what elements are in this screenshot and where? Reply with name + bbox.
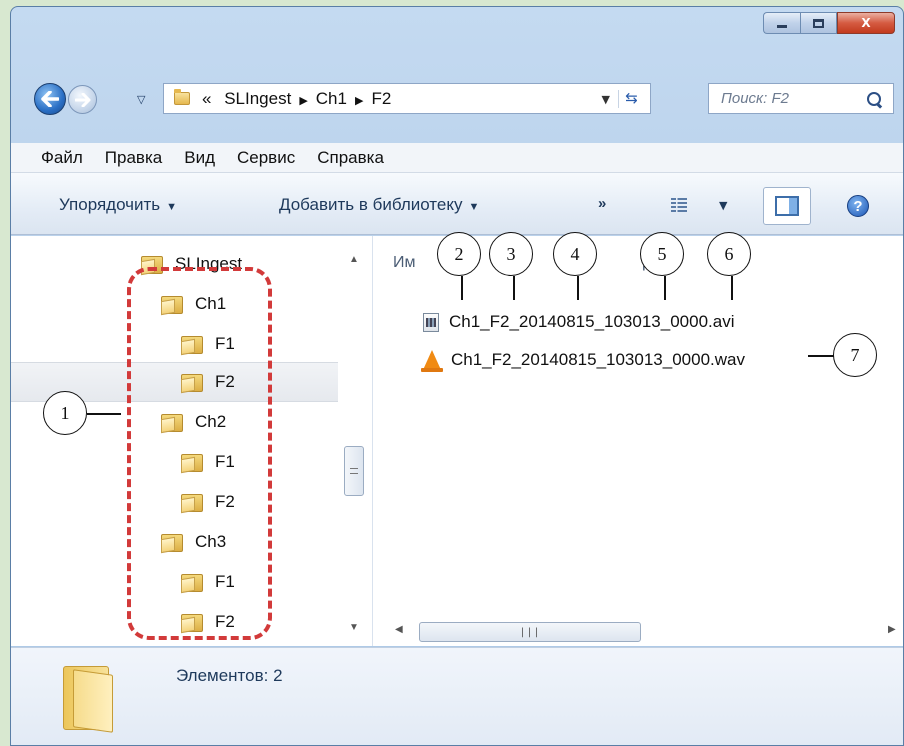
breadcrumb-item-slingest[interactable]: SLIngest [224, 89, 291, 108]
tree-item-label: F2 [215, 372, 235, 391]
tree-item-label: SLIngest [175, 254, 243, 273]
chevron-right-icon[interactable]: ▶ [355, 94, 363, 107]
chevron-down-icon: ▼ [468, 201, 480, 213]
menu-view[interactable]: Вид [184, 148, 215, 168]
column-header-name[interactable]: Им [393, 254, 416, 272]
nav-vertical-scrollbar[interactable]: ▲ ▼ [338, 236, 372, 646]
navigation-pane: SLIngest Ch1 F1 F2 Ch2 F1 F2 Ch3 F1 F2 ▲… [11, 236, 373, 646]
maximize-button[interactable] [800, 12, 837, 34]
menu-file[interactable]: Файл [41, 148, 83, 168]
tree-item-label: F1 [215, 334, 235, 353]
vlc-cone-icon [421, 350, 443, 372]
folder-icon [141, 254, 165, 276]
folder-icon [181, 492, 205, 514]
tree-item-ch3-f2[interactable]: F2 [181, 602, 235, 642]
video-file-icon [423, 312, 439, 332]
preview-pane-icon [775, 196, 799, 216]
tree-item-label: Ch1 [195, 294, 227, 313]
item-count: Элементов: 2 [176, 666, 283, 685]
minimize-button[interactable] [763, 12, 800, 34]
search-input[interactable]: Поиск: F2 [708, 83, 894, 114]
forward-arrow-icon [74, 92, 90, 107]
details-pane: Элементов: 2 [11, 647, 903, 745]
chevron-right-icon[interactable]: ▶ [299, 94, 307, 107]
refresh-icon[interactable]: ⇆ [618, 90, 644, 108]
folder-icon [161, 532, 185, 554]
history-dropdown-icon[interactable]: ▽ [137, 93, 145, 106]
tree-item-label: Ch3 [195, 532, 227, 551]
preview-pane-button[interactable] [763, 187, 811, 225]
back-arrow-icon [41, 91, 59, 107]
scroll-left-icon[interactable]: ◀ [395, 624, 403, 635]
tree-item-ch2-f2[interactable]: F2 [181, 482, 235, 522]
breadcrumb-overflow[interactable]: « [202, 89, 211, 108]
organize-label: Упорядочить [59, 195, 161, 214]
tree-item-ch1-f1[interactable]: F1 [181, 324, 235, 364]
tree-item-label: F2 [215, 492, 235, 511]
tree-item-label: F1 [215, 452, 235, 471]
file-row-wav[interactable]: Ch1_F2_20140815_103013_0000.wav [421, 346, 745, 374]
folder-icon [181, 612, 205, 634]
breadcrumb-item-ch1[interactable]: Ch1 [316, 89, 347, 108]
view-details-icon[interactable] [671, 198, 687, 212]
folder-icon [63, 666, 113, 733]
search-placeholder: Поиск: F2 [721, 90, 789, 107]
more-commands-button[interactable]: » [598, 195, 606, 212]
back-button[interactable] [34, 83, 66, 115]
menu-help[interactable]: Справка [317, 148, 384, 168]
tree-item-label: Ch2 [195, 412, 227, 431]
scroll-thumb[interactable]: ||| [419, 622, 641, 642]
tree-item-ch2-f1[interactable]: F1 [181, 442, 235, 482]
folder-icon [161, 294, 185, 316]
breadcrumb-item-f2[interactable]: F2 [371, 89, 391, 108]
caption-buttons: X [763, 12, 895, 34]
scroll-right-icon[interactable]: ▶ [888, 624, 896, 635]
folder-icon [181, 572, 205, 594]
scroll-up-icon[interactable]: ▲ [349, 254, 359, 265]
column-header-date[interactable]: Д [643, 254, 654, 272]
tree-item-ch3-f1[interactable]: F1 [181, 562, 235, 602]
file-list-pane: Им Д Ch1_F2_20140815_103013_0000.avi Ch1… [373, 236, 903, 646]
address-bar[interactable]: « SLIngest ▶ Ch1 ▶ F2 ▼ ⇆ [163, 83, 651, 114]
tree-item-ch2[interactable]: Ch2 [161, 402, 226, 442]
search-icon[interactable] [867, 91, 881, 106]
folder-icon [181, 452, 205, 474]
folder-icon [181, 334, 205, 356]
command-bar: Упорядочить ▼ Добавить в библиотеку ▼ » ▼ … [11, 173, 903, 235]
tree-item-label: F2 [215, 612, 235, 631]
tree-item-ch3[interactable]: Ch3 [161, 522, 226, 562]
add-to-library-label: Добавить в библиотеку [279, 195, 463, 214]
file-row-avi[interactable]: Ch1_F2_20140815_103013_0000.avi [423, 308, 734, 336]
tree-item-label: F1 [215, 572, 235, 591]
organize-button[interactable]: Упорядочить ▼ [59, 195, 177, 215]
menu-edit[interactable]: Правка [105, 148, 162, 168]
file-name: Ch1_F2_20140815_103013_0000.avi [449, 312, 735, 331]
folder-icon [174, 89, 190, 105]
tree-item-ch1[interactable]: Ch1 [161, 284, 226, 324]
explorer-window: X ▽ « SLIngest ▶ Ch1 ▶ F2 ▼ ⇆ Поиск: F2 Файл… [10, 6, 904, 746]
add-to-library-button[interactable]: Добавить в библиотеку ▼ [279, 195, 479, 215]
file-horizontal-scrollbar[interactable]: ◀ ||| ▶ [373, 620, 903, 646]
minimize-icon [777, 24, 787, 28]
address-dropdown-icon[interactable]: ▼ [602, 93, 610, 106]
tree-item-slingest[interactable]: SLIngest [141, 244, 242, 284]
breadcrumb: « SLIngest ▶ Ch1 ▶ F2 [202, 89, 391, 109]
folder-icon [181, 372, 205, 394]
tree-item-ch1-f2[interactable]: F2 [11, 362, 338, 402]
close-button[interactable]: X [837, 12, 895, 34]
maximize-icon [813, 18, 824, 28]
forward-button[interactable] [68, 85, 97, 114]
file-name: Ch1_F2_20140815_103013_0000.wav [451, 350, 745, 369]
navigation-row: ▽ « SLIngest ▶ Ch1 ▶ F2 ▼ ⇆ Поиск: F2 [11, 79, 903, 117]
view-dropdown-icon[interactable]: ▼ [719, 199, 727, 212]
chevron-down-icon: ▼ [166, 201, 178, 213]
scroll-thumb[interactable] [344, 446, 364, 496]
menu-bar: Файл Правка Вид Сервис Справка [11, 143, 903, 173]
menu-tools[interactable]: Сервис [237, 148, 295, 168]
help-icon[interactable]: ? [847, 195, 869, 217]
folder-icon [161, 412, 185, 434]
scroll-down-icon[interactable]: ▼ [349, 622, 359, 633]
